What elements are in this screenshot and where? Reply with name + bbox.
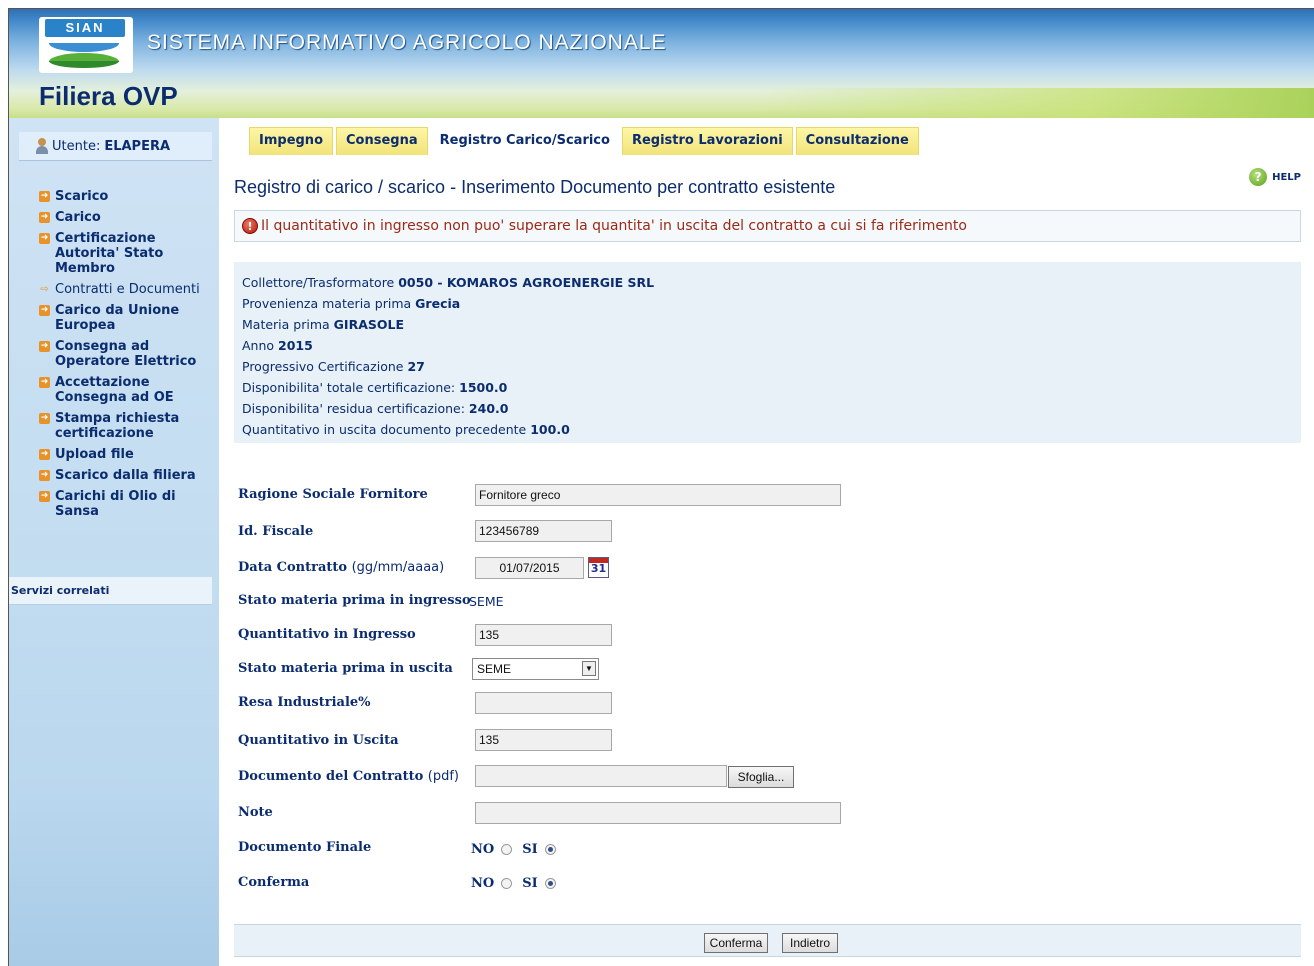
label-note: Note — [238, 805, 273, 820]
note-field[interactable] — [475, 802, 841, 824]
arrow-right-icon: ➜ — [39, 413, 50, 424]
user-name: ELAPERA — [104, 138, 171, 154]
ragione-sociale-field[interactable] — [475, 484, 841, 506]
help-link[interactable]: ? HELP — [1249, 168, 1301, 186]
action-bar: Conferma Indietro — [234, 924, 1301, 957]
label-resa: Resa Industriale% — [238, 695, 371, 710]
conferma-si-radio[interactable] — [544, 878, 556, 889]
info-provenienza: Provenienza materia prima Grecia — [242, 296, 461, 311]
sidebar-item-scarico[interactable]: ➜ Scarico — [39, 189, 217, 204]
stato-ingresso-value: SEME — [469, 594, 504, 609]
page-title: Registro di carico / scarico - Inserimen… — [234, 177, 836, 197]
tab-impegno[interactable]: Impegno — [249, 127, 333, 155]
resa-industriale-field[interactable] — [475, 692, 612, 714]
sidebar: Utente: ELAPERA ➜ Scarico ➜ Carico ➜ Certif… — [9, 118, 219, 966]
sidebar-item-scarico-filiera[interactable]: ➜ Scarico dalla filiera — [39, 468, 217, 483]
tab-consultazione[interactable]: Consultazione — [795, 127, 919, 155]
info-qta-precedente: Quantitativo in uscita documento precede… — [242, 422, 570, 437]
sidebar-item-consegna-oe[interactable]: ➜ Consegna ad Operatore Elettrico — [39, 339, 217, 369]
label-stato-ingresso: Stato materia prima in ingresso — [238, 593, 471, 608]
label-conferma: Conferma — [238, 875, 310, 890]
id-fiscale-field[interactable] — [475, 520, 612, 542]
info-collettore: Collettore/Trasformatore 0050 - KOMAROS … — [242, 275, 655, 290]
main-tabs: Impegno Consegna Registro Carico/Scarico… — [249, 127, 922, 155]
sidebar-item-contratti[interactable]: ⇨ Contratti e Documenti — [39, 282, 217, 297]
sidebar-item-certificazione[interactable]: ➜ Certificazione Autorita' Stato Membro — [39, 231, 217, 276]
stato-uscita-select[interactable]: SEME ▼ — [472, 658, 599, 680]
documento-finale-radio-group: NO SI — [471, 842, 566, 857]
data-contratto-field[interactable] — [475, 557, 584, 579]
conferma-no-radio[interactable] — [501, 878, 513, 889]
header-banner: SIAN SISTEMA INFORMATIVO AGRICOLO NAZION… — [9, 9, 1314, 118]
indietro-button[interactable]: Indietro — [782, 933, 838, 953]
tab-registro-lavorazioni[interactable]: Registro Lavorazioni — [621, 127, 793, 155]
label-ragione-sociale: Ragione Sociale Fornitore — [238, 487, 428, 502]
sidebar-item-accettazione[interactable]: ➜ Accettazione Consegna ad OE — [39, 375, 217, 405]
arrow-right-icon: ➜ — [39, 212, 50, 223]
arrow-right-icon: ➜ — [39, 449, 50, 460]
user-prefix: Utente: — [52, 138, 101, 154]
arrow-right-icon: ➜ — [39, 191, 50, 202]
arrow-right-icon: ➜ — [39, 377, 50, 388]
sidebar-item-stampa[interactable]: ➜ Stampa richiesta certificazione — [39, 411, 217, 441]
logo-text: SIAN — [45, 19, 125, 37]
user-icon — [35, 138, 49, 154]
conferma-radio-group: NO SI — [471, 876, 566, 891]
tab-registro-carico-scarico[interactable]: Registro Carico/Scarico — [430, 127, 619, 155]
qta-ingresso-field[interactable] — [475, 624, 612, 646]
app-name: Filiera OVP — [39, 81, 178, 111]
documento-file-field[interactable] — [475, 765, 727, 787]
user-box: Utente: ELAPERA — [19, 132, 212, 161]
arrow-right-icon: ➜ — [39, 233, 50, 244]
error-message-box: ! Il quantitativo in ingresso non puo' s… — [234, 210, 1301, 242]
label-id-fiscale: Id. Fiscale — [238, 524, 314, 539]
error-message: Il quantitativo in ingresso non puo' sup… — [261, 218, 967, 234]
arrow-right-icon: ⇨ — [40, 284, 49, 295]
chevron-down-icon[interactable]: ▼ — [582, 661, 596, 676]
label-qta-ingresso: Quantitativo in Ingresso — [238, 627, 416, 642]
info-disp-totale: Disponibilita' totale certificazione: 15… — [242, 380, 508, 395]
arrow-right-icon: ➜ — [39, 491, 50, 502]
related-services-header[interactable]: Servizi correlati — [9, 577, 212, 605]
error-icon: ! — [242, 218, 258, 234]
sidebar-menu: ➜ Scarico ➜ Carico ➜ Certificazione Autorit… — [39, 189, 217, 525]
arrow-right-icon: ➜ — [39, 341, 50, 352]
header-grass — [755, 88, 1314, 118]
sidebar-item-olio-sansa[interactable]: ➜ Carichi di Olio di Sansa — [39, 489, 217, 519]
tab-consegna[interactable]: Consegna — [336, 127, 428, 155]
app-window: SIAN SISTEMA INFORMATIVO AGRICOLO NAZION… — [8, 8, 1314, 966]
label-documento: Documento del Contratto (pdf) — [238, 769, 460, 784]
label-data-contratto: Data Contratto (gg/mm/aaaa) — [238, 560, 445, 575]
label-stato-uscita: Stato materia prima in uscita — [238, 661, 453, 676]
sidebar-item-upload[interactable]: ➜ Upload file — [39, 447, 217, 462]
browse-button[interactable]: Sfoglia... — [728, 766, 794, 788]
conferma-button[interactable]: Conferma — [704, 933, 768, 953]
documento-finale-si-radio[interactable] — [544, 844, 556, 855]
info-disp-residua: Disponibilita' residua certificazione: 2… — [242, 401, 509, 416]
label-documento-finale: Documento Finale — [238, 840, 372, 855]
qta-uscita-field[interactable] — [475, 729, 612, 751]
sian-logo: SIAN — [39, 17, 133, 73]
info-materia: Materia prima GIRASOLE — [242, 317, 404, 332]
sidebar-item-carico[interactable]: ➜ Carico — [39, 210, 217, 225]
info-anno: Anno 2015 — [242, 338, 313, 353]
contract-info-box: Collettore/Trasformatore 0050 - KOMAROS … — [234, 262, 1301, 443]
label-qta-uscita: Quantitativo in Uscita — [238, 733, 399, 748]
info-progressivo: Progressivo Certificazione 27 — [242, 359, 425, 374]
arrow-right-icon: ➜ — [39, 305, 50, 316]
help-icon: ? — [1249, 168, 1268, 186]
system-name: SISTEMA INFORMATIVO AGRICOLO NAZIONALE — [147, 31, 667, 54]
documento-finale-no-radio[interactable] — [501, 844, 513, 855]
calendar-icon[interactable]: 31 — [588, 557, 609, 578]
help-label: HELP — [1272, 171, 1301, 183]
sidebar-item-carico-ue[interactable]: ➜ Carico da Unione Europea — [39, 303, 217, 333]
arrow-right-icon: ➜ — [39, 470, 50, 481]
